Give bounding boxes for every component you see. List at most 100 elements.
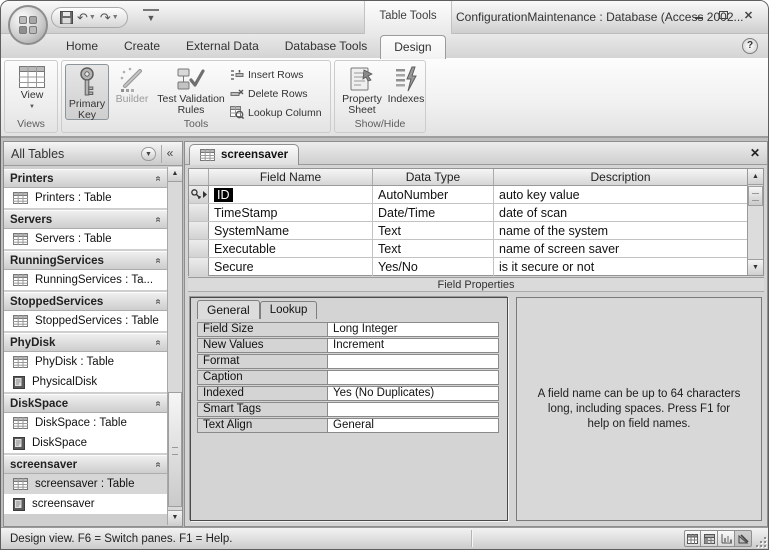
property-sheet-button[interactable]: Property Sheet: [338, 64, 386, 116]
close-button[interactable]: ✕: [739, 8, 758, 22]
nav-item-servers-table[interactable]: Servers : Table: [4, 229, 167, 249]
property-value[interactable]: [327, 402, 499, 417]
tab-design[interactable]: Design: [380, 35, 446, 59]
tab-database-tools[interactable]: Database Tools: [272, 34, 381, 58]
data-type-cell[interactable]: AutoNumber: [373, 186, 494, 203]
field-name-cell[interactable]: SystemName: [209, 222, 373, 239]
office-button[interactable]: [8, 5, 48, 45]
property-value[interactable]: Increment: [327, 338, 499, 353]
property-row-indexed[interactable]: Indexed Yes (No Duplicates): [197, 386, 499, 401]
indexes-button[interactable]: Indexes: [387, 64, 425, 105]
description-cell[interactable]: name of screen saver: [494, 240, 747, 257]
field-row-timestamp[interactable]: TimeStamp Date/Time date of scan: [189, 204, 747, 222]
row-selector[interactable]: [189, 240, 209, 257]
field-name-cell[interactable]: TimeStamp: [209, 204, 373, 221]
field-row-systemname[interactable]: SystemName Text name of the system: [189, 222, 747, 240]
tab-external-data[interactable]: External Data: [173, 34, 272, 58]
nav-item-physicaldisk-report[interactable]: PhysicalDisk: [4, 372, 167, 392]
property-value[interactable]: General: [327, 418, 499, 433]
redo-button[interactable]: ↷ ▼: [100, 10, 119, 26]
row-selector[interactable]: [189, 204, 209, 221]
row-selector[interactable]: [189, 222, 209, 239]
nav-item-diskspace-table[interactable]: DiskSpace : Table: [4, 413, 167, 433]
delete-rows-button[interactable]: Delete Rows: [230, 84, 322, 103]
resize-grip[interactable]: [754, 535, 766, 547]
property-row-format[interactable]: Format: [197, 354, 499, 369]
scroll-up-icon[interactable]: ▲: [168, 167, 182, 182]
navigation-pane-header[interactable]: All Tables ▼ «: [4, 142, 182, 166]
design-view-button[interactable]: [735, 530, 752, 547]
insert-rows-button[interactable]: Insert Rows: [230, 65, 322, 84]
nav-item-printers-table[interactable]: Printers : Table: [4, 188, 167, 208]
field-row-secure[interactable]: Secure Yes/No is it secure or not: [189, 258, 747, 276]
description-cell[interactable]: is it secure or not: [494, 258, 747, 276]
data-type-cell[interactable]: Text: [373, 222, 494, 239]
tab-create[interactable]: Create: [111, 34, 173, 58]
property-row-smart-tags[interactable]: Smart Tags: [197, 402, 499, 417]
data-type-cell[interactable]: Text: [373, 240, 494, 257]
nav-group-header[interactable]: Servers «: [4, 210, 167, 229]
pivotchart-view-button[interactable]: [718, 530, 735, 547]
property-row-new-values[interactable]: New Values Increment: [197, 338, 499, 353]
nav-menu-dropdown-icon[interactable]: ▼: [141, 147, 156, 161]
nav-group-header[interactable]: RunningServices «: [4, 251, 167, 270]
property-value[interactable]: Yes (No Duplicates): [327, 386, 499, 401]
tab-lookup[interactable]: Lookup: [259, 301, 318, 319]
field-row-executable[interactable]: Executable Text name of screen saver: [189, 240, 747, 258]
nav-item-runningservices-table[interactable]: RunningServices : Ta...: [4, 270, 167, 290]
column-header-field-name[interactable]: Field Name: [209, 169, 373, 185]
property-row-caption[interactable]: Caption: [197, 370, 499, 385]
property-row-text-align[interactable]: Text Align General: [197, 418, 499, 433]
scroll-up-icon[interactable]: ▲: [748, 169, 763, 185]
description-cell[interactable]: auto key value: [494, 186, 747, 203]
view-button[interactable]: View ▼: [12, 64, 52, 113]
scrollbar-thumb[interactable]: [748, 186, 763, 206]
nav-item-diskspace-report[interactable]: DiskSpace: [4, 433, 167, 453]
field-name-cell[interactable]: Secure: [209, 258, 373, 276]
document-close-icon[interactable]: ✕: [750, 146, 760, 160]
column-header-data-type[interactable]: Data Type: [373, 169, 494, 185]
field-name-cell[interactable]: Executable: [209, 240, 373, 257]
nav-item-stoppedservices-table[interactable]: StoppedServices : Table: [4, 311, 167, 331]
row-selector[interactable]: [189, 186, 209, 203]
tab-general[interactable]: General: [197, 300, 260, 319]
builder-button[interactable]: Builder: [111, 64, 153, 105]
property-value[interactable]: [327, 370, 499, 385]
tab-home[interactable]: Home: [53, 34, 111, 58]
scroll-down-icon[interactable]: ▼: [168, 510, 182, 525]
datasheet-view-button[interactable]: [684, 530, 701, 547]
description-cell[interactable]: date of scan: [494, 204, 747, 221]
column-header-description[interactable]: Description: [494, 169, 747, 185]
data-type-cell[interactable]: Date/Time: [373, 204, 494, 221]
property-row-field-size[interactable]: Field Size Long Integer: [197, 322, 499, 337]
nav-group-header[interactable]: Printers «: [4, 169, 167, 188]
row-selector[interactable]: [189, 258, 209, 276]
nav-item-screensaver-report[interactable]: screensaver: [4, 494, 167, 514]
nav-group-header[interactable]: DiskSpace «: [4, 394, 167, 413]
undo-button[interactable]: ↶ ▼: [77, 10, 96, 26]
scroll-down-icon[interactable]: ▼: [748, 259, 763, 275]
field-name-cell[interactable]: ID: [209, 186, 373, 203]
document-tab-screensaver[interactable]: screensaver: [189, 144, 300, 165]
grid-scrollbar[interactable]: ▲ ▼: [747, 169, 763, 275]
scrollbar-thumb[interactable]: [168, 392, 182, 507]
nav-item-screensaver-table[interactable]: screensaver : Table: [4, 474, 167, 494]
field-row-id[interactable]: ID AutoNumber auto key value: [189, 186, 747, 204]
property-value[interactable]: Long Integer: [327, 322, 499, 337]
qat-customize-button[interactable]: ▼: [143, 9, 159, 26]
nav-group-header[interactable]: PhyDisk «: [4, 333, 167, 352]
nav-group-header[interactable]: StoppedServices «: [4, 292, 167, 311]
save-button[interactable]: [60, 11, 73, 24]
nav-group-header[interactable]: screensaver «: [4, 455, 167, 474]
data-type-cell[interactable]: Yes/No: [373, 258, 494, 276]
nav-item-phydisk-table[interactable]: PhyDisk : Table: [4, 352, 167, 372]
maximize-button[interactable]: [714, 8, 733, 22]
minimize-button[interactable]: [689, 8, 708, 22]
nav-shutter-icon[interactable]: «: [161, 145, 178, 163]
primary-key-button[interactable]: Primary Key: [65, 64, 109, 121]
pivottable-view-button[interactable]: [701, 530, 718, 547]
help-button[interactable]: ?: [742, 38, 758, 54]
description-cell[interactable]: name of the system: [494, 222, 747, 239]
test-validation-rules-button[interactable]: Test Validation Rules: [154, 64, 228, 116]
sidebar-scrollbar[interactable]: ▲ ▼: [167, 167, 182, 525]
